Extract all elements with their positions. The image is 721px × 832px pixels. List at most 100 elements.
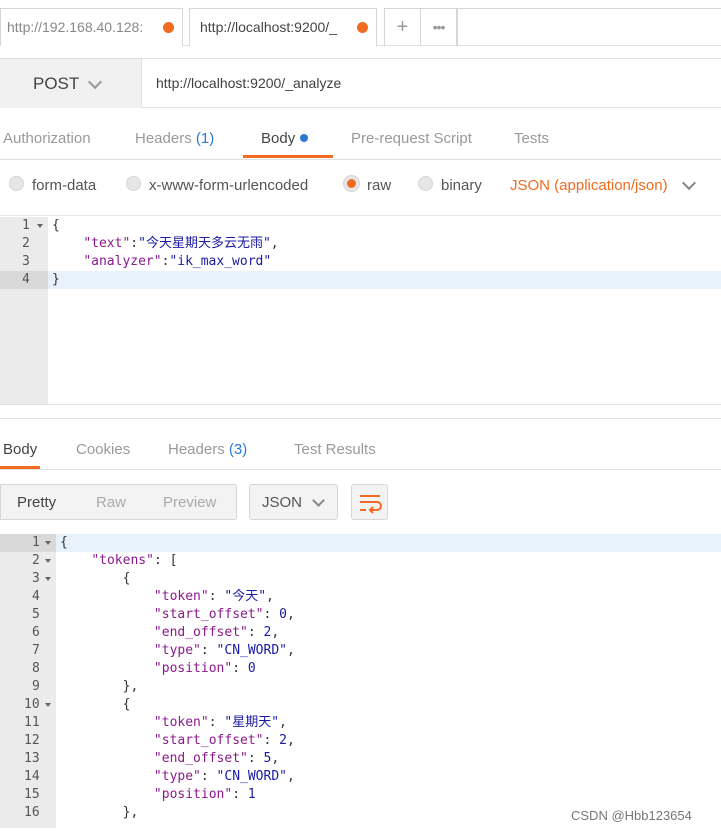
line-number: 7 (32, 643, 40, 658)
wrap-lines-button[interactable] (351, 484, 388, 520)
view-pretty-button[interactable]: Pretty (17, 485, 56, 521)
type-value: CN_WORD (224, 769, 280, 784)
radio-circle-icon (418, 176, 433, 191)
new-tab-button[interactable]: + (385, 9, 421, 46)
analyzer-value: ik_max_word (177, 254, 264, 269)
token-value: 星期天 (232, 715, 272, 730)
start-offset-value: 2 (279, 733, 287, 748)
chevron-down-icon (312, 494, 325, 507)
fold-arrow-icon[interactable] (45, 703, 51, 707)
code-line: 13 "end_offset": 5, (0, 750, 721, 768)
tab-actions: + ••• (384, 8, 457, 46)
code-line: 2 "text":"今天星期天多云无雨", (0, 235, 721, 253)
line-number: 3 (22, 254, 30, 269)
url-bar: POST http://localhost:9200/_analyze (0, 58, 721, 108)
response-tab-body[interactable]: Body (0, 419, 40, 469)
line-number: 6 (32, 625, 40, 640)
content-type-select[interactable]: JSON (application/json) (510, 177, 668, 194)
line-number: 9 (32, 679, 40, 694)
response-tab-cookies[interactable]: Cookies (76, 419, 130, 469)
response-tab-headers-label: Headers (168, 441, 225, 458)
code-line-active: 1 { (0, 534, 721, 552)
line-number: 14 (24, 769, 40, 784)
code-line: 5 "start_offset": 0, (0, 606, 721, 624)
radio-selected-icon (344, 176, 359, 191)
wrap-lines-icon (360, 495, 382, 514)
line-number: 2 (22, 236, 30, 251)
fold-arrow-icon[interactable] (45, 577, 51, 581)
view-mode-group: Pretty Raw Preview (0, 484, 237, 520)
code-line: 6 "end_offset": 2, (0, 624, 721, 642)
code-line: 9 }, (0, 678, 721, 696)
type-value: CN_WORD (224, 643, 280, 658)
radio-urlencoded-label: x-www-form-urlencoded (149, 177, 309, 194)
code-line: 4 "token": "今天", (0, 588, 721, 606)
format-select[interactable]: JSON (249, 484, 338, 520)
chevron-down-icon (87, 74, 103, 90)
tab-prerequest-script[interactable]: Pre-request Script (351, 108, 472, 158)
end-offset-value: 2 (263, 625, 272, 640)
line-number: 4 (0, 271, 48, 289)
position-value: 1 (247, 787, 256, 802)
line-number: 5 (32, 607, 40, 622)
line-number: 13 (24, 751, 40, 766)
url-input[interactable]: http://localhost:9200/_analyze (156, 59, 341, 108)
token-value: 今天 (232, 589, 259, 604)
code-line-active: 4 } (0, 271, 721, 289)
tab-bar-filler (457, 8, 721, 46)
fold-arrow-icon[interactable] (45, 541, 51, 545)
radio-form-data-label: form-data (32, 177, 97, 194)
unsaved-dot-icon (357, 22, 368, 33)
format-label: JSON (262, 494, 303, 511)
fold-arrow-icon[interactable] (45, 559, 51, 563)
code-line: 3 "analyzer":"ik_max_word" (0, 253, 721, 271)
code-line: 11 "token": "星期天", (0, 714, 721, 732)
text-value: 今天星期天多云无雨 (145, 236, 263, 251)
code-line: 2 "tokens": [ (0, 552, 721, 570)
body-modified-dot-icon (300, 134, 309, 142)
tab-bar: http://192.168.40.128: http://localhost:… (0, 0, 721, 46)
tab-headers-count: (1) (195, 130, 215, 147)
code-line: 10 { (0, 696, 721, 714)
tab-authorization[interactable]: Authorization (3, 108, 91, 158)
radio-circle-icon (126, 176, 141, 191)
line-number: 16 (24, 805, 40, 820)
response-tabs: Body Cookies Headers (3) Test Results (0, 418, 721, 470)
view-raw-button[interactable]: Raw (96, 485, 126, 521)
response-tab-headers[interactable]: Headers (3) (168, 419, 247, 469)
code-line: 3 { (0, 570, 721, 588)
radio-urlencoded[interactable]: x-www-form-urlencoded (126, 176, 309, 194)
response-tab-headers-count: (3) (228, 441, 248, 458)
more-tabs-icon[interactable]: ••• (421, 9, 456, 46)
code-line: 15 "position": 1 (0, 786, 721, 804)
code-line: 8 "position": 0 (0, 660, 721, 678)
radio-binary[interactable]: binary (418, 176, 482, 194)
response-body-viewer[interactable]: 1 { 2 "tokens": [ 3 { 4 "token": "今天", 5… (0, 534, 721, 828)
line-number: 4 (32, 589, 40, 604)
request-tab-1-label: http://192.168.40.128: (7, 19, 144, 35)
end-offset-value: 5 (263, 751, 272, 766)
radio-form-data[interactable]: form-data (9, 176, 97, 194)
tab-tests[interactable]: Tests (514, 108, 549, 158)
request-tab-1[interactable]: http://192.168.40.128: (0, 8, 183, 46)
fold-arrow-icon[interactable] (37, 224, 43, 228)
position-value: 0 (247, 661, 256, 676)
request-tab-2[interactable]: http://localhost:9200/_ (189, 8, 377, 46)
line-number: 8 (32, 661, 40, 676)
view-preview-button[interactable]: Preview (163, 485, 216, 521)
unsaved-dot-icon (163, 22, 174, 33)
tab-body[interactable]: Body (243, 108, 333, 158)
request-body-editor[interactable]: 1 { 2 "text":"今天星期天多云无雨", 3 "analyzer":"… (0, 217, 721, 405)
request-tab-2-label: http://localhost:9200/_ (200, 19, 337, 35)
request-tabs: Authorization Headers (1) Body Pre-reque… (0, 108, 721, 160)
watermark: CSDN @Hbb123654 (571, 808, 692, 823)
radio-raw[interactable]: raw (344, 176, 391, 194)
line-number: 11 (24, 715, 40, 730)
response-tab-test-results[interactable]: Test Results (294, 419, 376, 469)
body-type-selector: form-data x-www-form-urlencoded raw bina… (0, 160, 721, 216)
method-label: POST (33, 74, 80, 93)
tab-headers[interactable]: Headers (1) (135, 108, 214, 158)
tab-headers-label: Headers (135, 130, 192, 147)
code-line: 14 "type": "CN_WORD", (0, 768, 721, 786)
method-select[interactable]: POST (0, 59, 142, 108)
